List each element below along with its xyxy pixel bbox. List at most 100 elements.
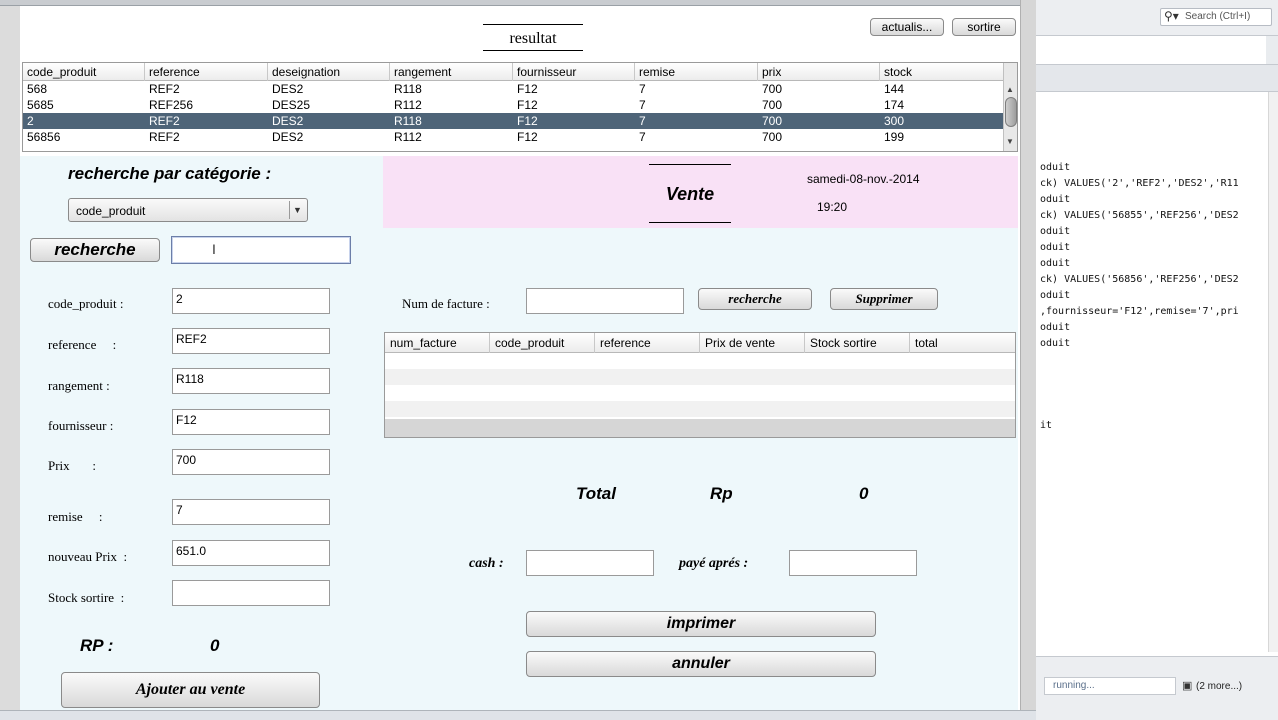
scroll-thumb[interactable] bbox=[1005, 97, 1017, 127]
rp-label: RP : bbox=[80, 636, 114, 655]
remise-field[interactable]: 7 bbox=[172, 499, 330, 525]
cell: DES2 bbox=[272, 114, 304, 128]
paid-later-label: payé aprés : bbox=[679, 556, 749, 571]
cell: REF2 bbox=[149, 114, 180, 128]
column-header-num-facture[interactable]: num_facture bbox=[385, 333, 490, 353]
category-select[interactable]: code_produit ▼ bbox=[68, 198, 308, 222]
column-header-code-produit[interactable]: code_produit bbox=[490, 333, 595, 353]
ide-side-scroll-button[interactable] bbox=[1266, 36, 1278, 64]
column-header-reference[interactable]: reference bbox=[595, 333, 700, 353]
cell: R112 bbox=[394, 98, 422, 112]
cell: 56856 bbox=[27, 130, 61, 144]
ide-status-running: running... bbox=[1053, 680, 1095, 691]
cell: 174 bbox=[884, 98, 905, 112]
cell: 700 bbox=[762, 98, 783, 112]
ide-output-line: oduit bbox=[1040, 162, 1071, 173]
product-form-panel: recherche par catégorie : code_produit ▼… bbox=[20, 156, 383, 710]
column-header-fournisseur[interactable]: fournisseur bbox=[513, 63, 635, 81]
invoice-table-header: num_facture code_produit reference Prix … bbox=[385, 333, 1015, 353]
column-header-prix-de-vente[interactable]: Prix de vente bbox=[700, 333, 805, 353]
stock-app-window: resultat actualis... sortire code_produi… bbox=[20, 6, 1020, 710]
facture-search-button[interactable]: recherche bbox=[698, 288, 812, 310]
ide-output-line: oduit bbox=[1040, 322, 1071, 333]
currency-label: Rp bbox=[710, 484, 733, 503]
invoice-empty-row bbox=[385, 419, 1015, 437]
cell: 700 bbox=[762, 82, 783, 96]
facture-number-field[interactable] bbox=[526, 288, 684, 314]
search-input[interactable]: I bbox=[171, 236, 351, 264]
search-heading: recherche par catégorie : bbox=[68, 164, 272, 183]
rangement-label: rangement : bbox=[48, 378, 110, 393]
column-header-prix[interactable]: prix bbox=[758, 63, 880, 81]
total-label: Total bbox=[576, 484, 616, 503]
column-header-total[interactable]: total bbox=[910, 333, 1015, 353]
rp-value: 0 bbox=[210, 636, 220, 655]
ide-status-more[interactable]: (2 more...) bbox=[1196, 681, 1242, 692]
cell: 7 bbox=[639, 130, 646, 144]
cell: DES2 bbox=[272, 82, 304, 96]
cash-field[interactable] bbox=[526, 550, 654, 576]
column-header-stock[interactable]: stock bbox=[880, 63, 1003, 81]
paid-later-field[interactable] bbox=[789, 550, 917, 576]
delete-button[interactable]: Supprimer bbox=[830, 288, 938, 310]
column-header-stock-sortire[interactable]: Stock sortire bbox=[805, 333, 910, 353]
add-to-sale-button[interactable]: Ajouter au vente bbox=[61, 672, 320, 708]
ide-output-line: oduit bbox=[1040, 226, 1071, 237]
chevron-down-icon[interactable]: ▼ bbox=[289, 201, 305, 219]
total-value: 0 bbox=[859, 484, 869, 503]
scroll-up-icon[interactable]: ▲ bbox=[1006, 85, 1014, 94]
fournisseur-field[interactable]: F12 bbox=[172, 409, 330, 435]
ide-output-scrollbar[interactable] bbox=[1268, 92, 1278, 652]
exit-button[interactable]: sortire bbox=[952, 18, 1016, 36]
cell: REF2 bbox=[149, 82, 180, 96]
sale-title-line-top bbox=[649, 164, 731, 165]
ide-output-tabbar bbox=[1036, 64, 1278, 92]
cell: 568 bbox=[27, 82, 48, 96]
ide-panel: ⚲▾ Search (Ctrl+I) oduit ck) VALUES('2',… bbox=[1036, 0, 1278, 720]
table-row-selected[interactable]: 2 REF2 DES2 R118 F12 7 700 300 bbox=[23, 113, 1003, 129]
notifications-icon[interactable]: ▣ bbox=[1182, 679, 1192, 692]
ide-search-box[interactable]: ⚲▾ Search (Ctrl+I) bbox=[1160, 8, 1272, 26]
nouveau-prix-label: nouveau Prix : bbox=[48, 549, 128, 564]
table-row[interactable]: 56856 REF2 DES2 R112 F12 7 700 199 bbox=[23, 129, 1003, 145]
sale-date: samedi-08-nov.-2014 bbox=[807, 172, 920, 186]
cell: DES2 bbox=[272, 130, 304, 144]
text-cursor-icon: I bbox=[212, 241, 216, 257]
search-button[interactable]: recherche bbox=[30, 238, 160, 262]
ide-progress-field: running... bbox=[1044, 677, 1176, 695]
cell: 144 bbox=[884, 82, 905, 96]
code-produit-label: code_produit : bbox=[48, 296, 124, 311]
nouveau-prix-field[interactable]: 651.0 bbox=[172, 540, 330, 566]
results-title: resultat bbox=[509, 30, 557, 47]
ide-output-line: oduit bbox=[1040, 290, 1071, 301]
column-header-deseignation[interactable]: deseignation bbox=[268, 63, 390, 81]
prix-label: Prix : bbox=[48, 458, 97, 473]
app-window-right-border bbox=[1020, 0, 1036, 720]
results-table-header: code_produit reference deseignation rang… bbox=[23, 63, 1003, 81]
ide-status-bar: running... ▣ (2 more...) bbox=[1036, 656, 1278, 720]
cell: DES25 bbox=[272, 98, 311, 112]
table-row[interactable]: 568 REF2 DES2 R118 F12 7 700 144 bbox=[23, 81, 1003, 97]
results-scrollbar[interactable]: ▲ ▼ bbox=[1003, 63, 1017, 151]
column-header-rangement[interactable]: rangement bbox=[390, 63, 513, 81]
print-button[interactable]: imprimer bbox=[526, 611, 876, 637]
rangement-field[interactable]: R118 bbox=[172, 368, 330, 394]
cell: R112 bbox=[394, 130, 422, 144]
invoice-empty-row bbox=[385, 385, 1015, 401]
ide-output-line: ck) VALUES('2','REF2','DES2','R11 bbox=[1040, 178, 1239, 189]
reference-field[interactable]: REF2 bbox=[172, 328, 330, 354]
table-row[interactable]: 5685 REF256 DES25 R112 F12 7 700 174 bbox=[23, 97, 1003, 113]
stock-sortire-field[interactable] bbox=[172, 580, 330, 606]
ide-output-line: oduit bbox=[1040, 242, 1071, 253]
invoice-table: num_facture code_produit reference Prix … bbox=[384, 332, 1016, 438]
refresh-button[interactable]: actualis... bbox=[870, 18, 944, 36]
cancel-button[interactable]: annuler bbox=[526, 651, 876, 677]
prix-field[interactable]: 700 bbox=[172, 449, 330, 475]
code-produit-field[interactable]: 2 bbox=[172, 288, 330, 314]
column-header-code-produit[interactable]: code_produit bbox=[23, 63, 145, 81]
cell: 5685 bbox=[27, 98, 54, 112]
column-header-reference[interactable]: reference bbox=[145, 63, 268, 81]
cell: 700 bbox=[762, 130, 783, 144]
column-header-remise[interactable]: remise bbox=[635, 63, 758, 81]
scroll-down-icon[interactable]: ▼ bbox=[1006, 137, 1014, 146]
